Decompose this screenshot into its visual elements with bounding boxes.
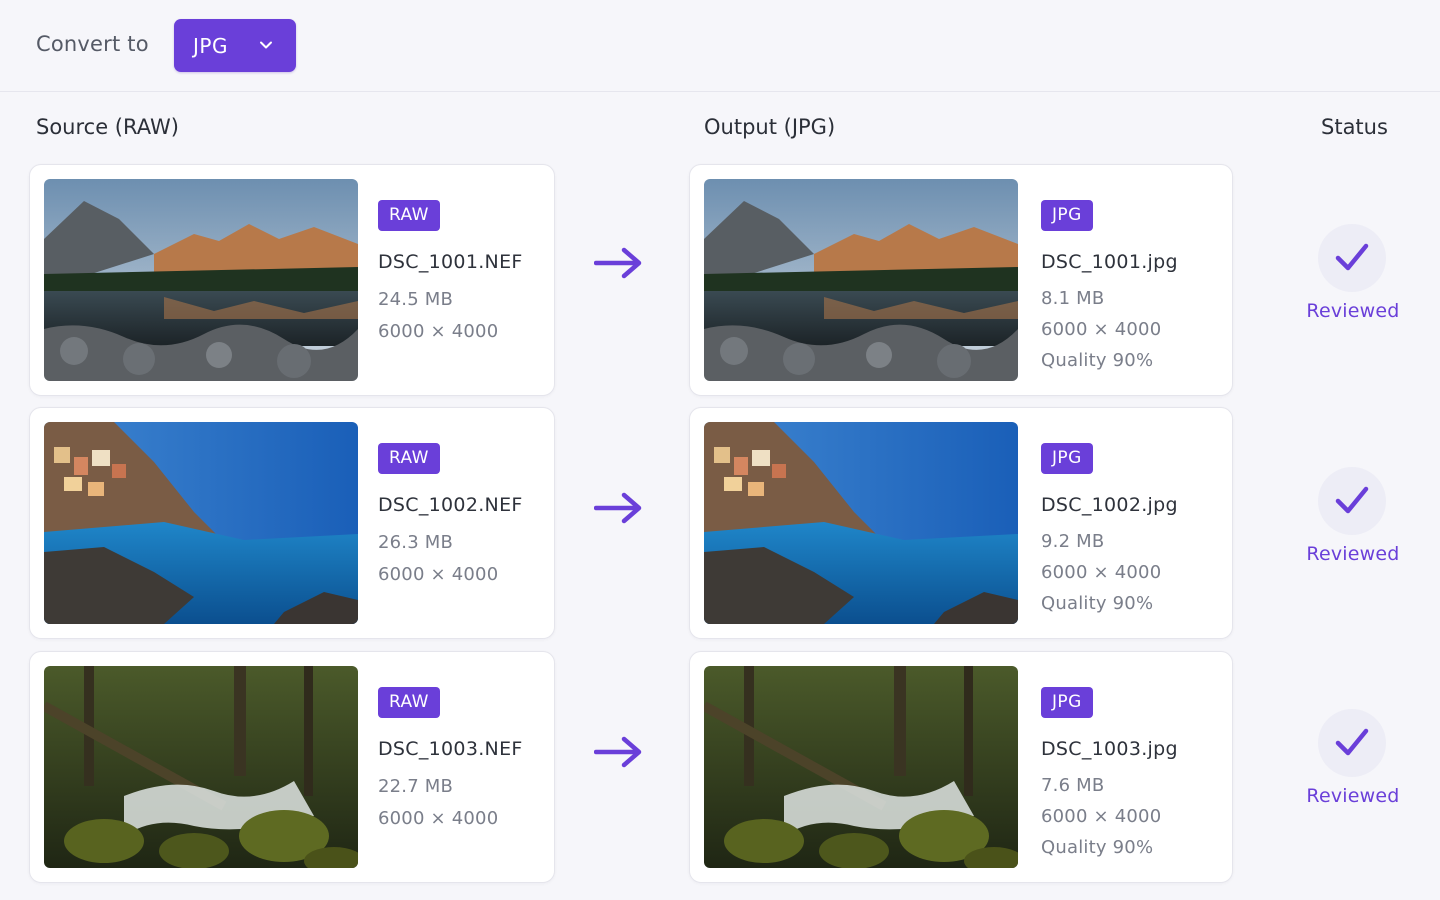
jpg-badge: JPG — [1041, 443, 1093, 474]
check-circle — [1318, 709, 1386, 777]
source-filename: DSC_1003.NEF — [378, 738, 523, 760]
jpg-badge: JPG — [1041, 687, 1093, 718]
output-file-size: 7.6 MB — [1041, 775, 1105, 796]
format-dropdown[interactable]: JPG — [174, 19, 296, 72]
source-dimensions: 6000 × 4000 — [378, 808, 499, 829]
output-dimensions: 6000 × 4000 — [1041, 319, 1162, 340]
raw-badge: RAW — [378, 687, 440, 718]
source-file-card[interactable]: RAW DSC_1001.NEF 24.5 MB 6000 × 4000 — [29, 164, 555, 396]
arrow-right-icon — [594, 736, 642, 768]
convert-to-label: Convert to — [36, 32, 149, 56]
raw-badge: RAW — [378, 443, 440, 474]
toolbar: Convert to JPG — [0, 0, 1440, 92]
forest-stream-photo — [704, 666, 1018, 868]
coastal-village-photo — [44, 422, 358, 624]
status-label: Reviewed — [1306, 785, 1400, 807]
check-icon — [1335, 728, 1369, 756]
mountain-lake-photo — [704, 179, 1018, 381]
arrow-right-icon — [594, 492, 642, 524]
source-dimensions: 6000 × 4000 — [378, 564, 499, 585]
mountain-lake-photo — [44, 179, 358, 381]
output-file-size: 9.2 MB — [1041, 531, 1105, 552]
source-thumbnail — [44, 666, 358, 868]
status-column-header: Status — [1321, 115, 1388, 139]
status-label: Reviewed — [1306, 300, 1400, 322]
output-quality: Quality 90% — [1041, 593, 1154, 614]
format-dropdown-value: JPG — [193, 33, 228, 58]
output-dimensions: 6000 × 4000 — [1041, 806, 1162, 827]
output-file-card[interactable]: JPG DSC_1003.jpg 7.6 MB 6000 × 4000 Qual… — [689, 651, 1233, 883]
output-thumbnail — [704, 179, 1018, 381]
source-filename: DSC_1001.NEF — [378, 251, 523, 273]
source-dimensions: 6000 × 4000 — [378, 321, 499, 342]
output-file-card[interactable]: JPG DSC_1001.jpg 8.1 MB 6000 × 4000 Qual… — [689, 164, 1233, 396]
source-column-header: Source (RAW) — [36, 115, 179, 139]
source-file-card[interactable]: RAW DSC_1002.NEF 26.3 MB 6000 × 4000 — [29, 407, 555, 639]
raw-badge: RAW — [378, 200, 440, 231]
arrow-right-icon — [594, 247, 642, 279]
check-circle — [1318, 467, 1386, 535]
output-quality: Quality 90% — [1041, 350, 1154, 371]
source-thumbnail — [44, 422, 358, 624]
source-file-size: 26.3 MB — [378, 532, 454, 553]
chevron-down-icon — [260, 41, 272, 49]
output-filename: DSC_1003.jpg — [1041, 738, 1178, 760]
output-thumbnail — [704, 666, 1018, 868]
output-quality: Quality 90% — [1041, 837, 1154, 858]
output-thumbnail — [704, 422, 1018, 624]
output-filename: DSC_1001.jpg — [1041, 251, 1178, 273]
status-label: Reviewed — [1306, 543, 1400, 565]
check-icon — [1335, 486, 1369, 514]
source-file-size: 24.5 MB — [378, 289, 454, 310]
coastal-village-photo — [704, 422, 1018, 624]
output-column-header: Output (JPG) — [704, 115, 836, 139]
jpg-badge: JPG — [1041, 200, 1093, 231]
output-file-card[interactable]: JPG DSC_1002.jpg 9.2 MB 6000 × 4000 Qual… — [689, 407, 1233, 639]
output-dimensions: 6000 × 4000 — [1041, 562, 1162, 583]
source-file-size: 22.7 MB — [378, 776, 454, 797]
check-icon — [1335, 243, 1369, 271]
forest-stream-photo — [44, 666, 358, 868]
source-file-card[interactable]: RAW DSC_1003.NEF 22.7 MB 6000 × 4000 — [29, 651, 555, 883]
source-filename: DSC_1002.NEF — [378, 494, 523, 516]
output-filename: DSC_1002.jpg — [1041, 494, 1178, 516]
check-circle — [1318, 224, 1386, 292]
source-thumbnail — [44, 179, 358, 381]
output-file-size: 8.1 MB — [1041, 288, 1105, 309]
